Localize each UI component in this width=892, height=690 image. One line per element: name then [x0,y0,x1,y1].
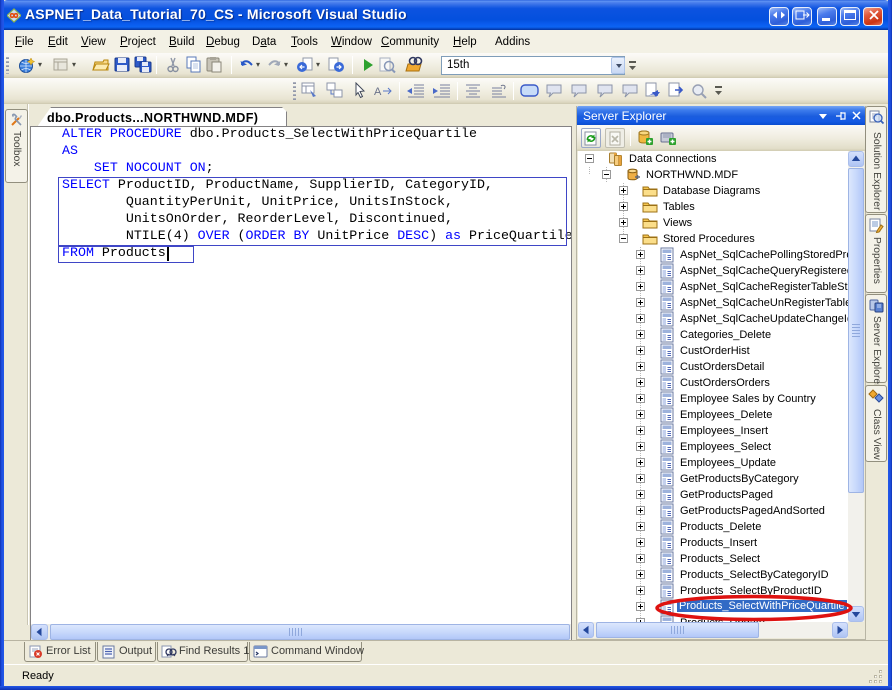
svg-text:A: A [374,86,382,98]
